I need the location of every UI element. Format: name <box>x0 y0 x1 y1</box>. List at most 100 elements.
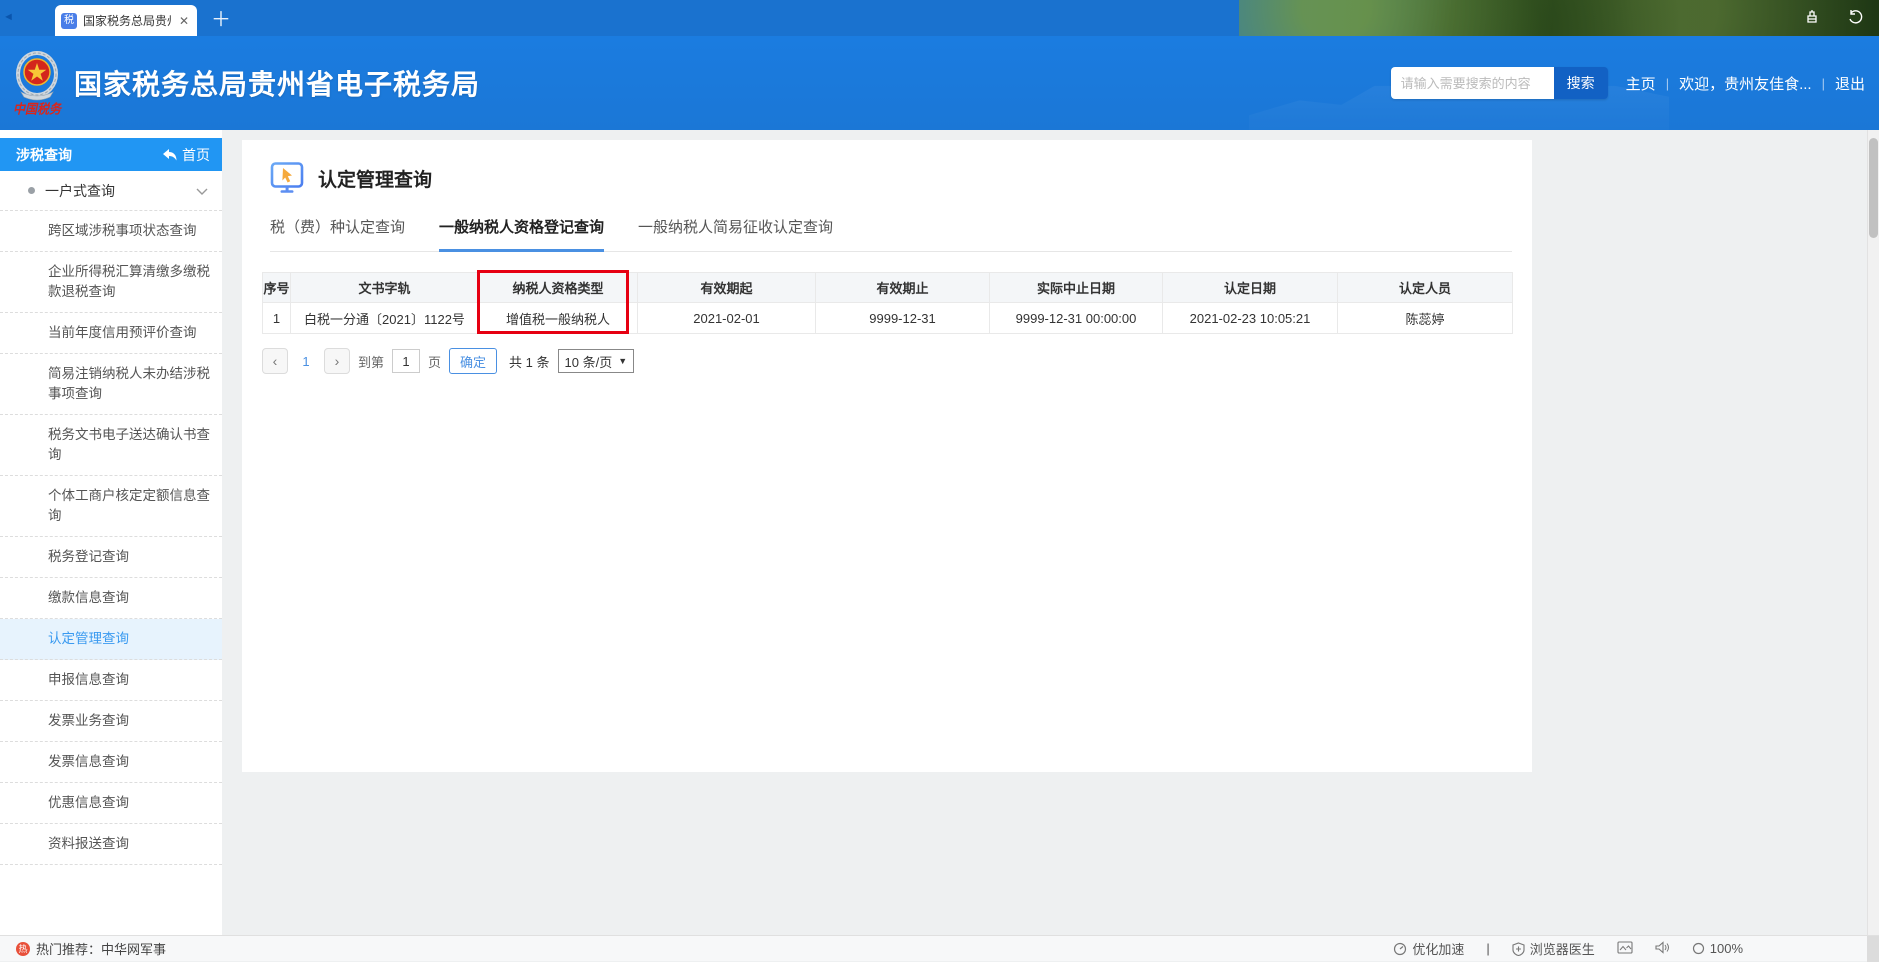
hot-recommend-icon: 热 <box>16 942 30 956</box>
zoom-circle-icon <box>1692 942 1705 955</box>
picture-mode-icon[interactable] <box>1617 941 1633 957</box>
page-title: 认定管理查询 <box>318 165 432 192</box>
search-input[interactable] <box>1391 67 1554 99</box>
link-separator: | <box>1666 76 1669 91</box>
table-cell: 白税一分通〔2021〕1122号 <box>291 303 479 334</box>
sidebar-item[interactable]: 简易注销纳税人未办结涉税事项查询 <box>0 354 222 415</box>
sidebar-home-label: 首页 <box>182 145 210 165</box>
total-count-label: 共 1 条 <box>509 352 549 371</box>
sidebar-item[interactable]: 跨区域涉税事项状态查询 <box>0 211 222 252</box>
site-title: 国家税务总局贵州省电子税务局 <box>74 63 480 103</box>
site-header: 中国税务 国家税务总局贵州省电子税务局 搜索 主页 | 欢迎，贵州友佳食... … <box>0 36 1879 130</box>
browser-theme-background <box>1239 0 1879 36</box>
tab-close-icon[interactable]: ✕ <box>177 14 191 28</box>
sidebar-menu: 跨区域涉税事项状态查询企业所得税汇算清缴多缴税款退税查询当前年度信用预评价查询简… <box>0 211 222 865</box>
goto-prefix-label: 到第 <box>358 352 384 371</box>
logout-link[interactable]: 退出 <box>1835 73 1865 94</box>
bullet-icon <box>28 187 35 194</box>
shield-plus-icon <box>1512 942 1525 956</box>
sidebar-item[interactable]: 优惠信息查询 <box>0 783 222 824</box>
sidebar-item[interactable]: 企业所得税汇算清缴多缴税款退税查询 <box>0 252 222 313</box>
table-cell: 9999-12-31 00:00:00 <box>990 303 1163 334</box>
table-cell: 2021-02-01 <box>638 303 816 334</box>
table-header-cell: 认定日期 <box>1163 273 1338 303</box>
sidebar-item[interactable]: 当前年度信用预评价查询 <box>0 313 222 354</box>
browser-doctor-button[interactable]: 浏览器医生 <box>1512 939 1595 958</box>
sidebar-item[interactable]: 发票信息查询 <box>0 742 222 783</box>
table-header-cell: 纳税人资格类型 <box>479 273 638 303</box>
sidebar-title: 涉税查询 <box>16 145 72 165</box>
table-header-cell: 实际中止日期 <box>990 273 1163 303</box>
scrollbar-corner <box>1867 936 1879 962</box>
table-header-cell: 有效期止 <box>816 273 990 303</box>
table-cell: 9999-12-31 <box>816 303 990 334</box>
table-header-cell: 序号 <box>263 273 291 303</box>
link-separator: | <box>1822 76 1825 91</box>
prev-page-button[interactable]: ‹ <box>262 348 288 374</box>
tax-bureau-logo: 中国税务 <box>8 50 66 117</box>
chevron-down-icon <box>196 183 208 199</box>
table-header-cell: 有效期起 <box>638 273 816 303</box>
table-cell: 1 <box>263 303 291 334</box>
zoom-level-button[interactable]: 100% <box>1692 941 1743 956</box>
browser-tab-bar: ◄ 税 国家税务总局贵州省电子税务局 ✕ ＋ <box>0 0 1879 36</box>
hot-recommend-link[interactable]: 热门推荐：中华网军事 <box>36 939 166 958</box>
page-size-select[interactable]: 10 条/页 ▼ <box>558 349 635 373</box>
tax-favicon-icon: 税 <box>61 13 77 29</box>
pagination: ‹ 1 › 到第 页 确定 共 1 条 10 条/页 ▼ <box>262 348 1512 374</box>
table-row: 1白税一分通〔2021〕1122号增值税一般纳税人2021-02-019999-… <box>263 303 1513 334</box>
sidebar-item[interactable]: 缴款信息查询 <box>0 578 222 619</box>
sidebar-home-button[interactable]: 首页 <box>163 145 210 165</box>
browser-tab-title: 国家税务总局贵州省电子税务局 <box>83 12 171 29</box>
browser-edge-arrow-icon[interactable]: ◄ <box>3 11 14 23</box>
table-header-cell: 认定人员 <box>1338 273 1513 303</box>
current-page-number[interactable]: 1 <box>296 354 316 369</box>
sidebar-item[interactable]: 资料报送查询 <box>0 824 222 865</box>
confirm-button[interactable]: 确定 <box>449 348 497 374</box>
goto-suffix-label: 页 <box>428 352 441 371</box>
table-cell: 陈蕊婷 <box>1338 303 1513 334</box>
sidebar-item[interactable]: 发票业务查询 <box>0 701 222 742</box>
logo-caption: 中国税务 <box>13 99 61 118</box>
sidebar-item[interactable]: 认定管理查询 <box>0 619 222 660</box>
sidebar-item[interactable]: 税务文书电子送达确认书查询 <box>0 415 222 476</box>
search-button[interactable]: 搜索 <box>1554 67 1608 99</box>
goto-page-input[interactable] <box>392 349 420 373</box>
national-emblem-icon <box>11 50 63 102</box>
home-link[interactable]: 主页 <box>1626 73 1656 94</box>
undo-restore-icon[interactable] <box>1847 8 1865 26</box>
clean-brush-icon[interactable] <box>1803 8 1821 26</box>
speedup-button[interactable]: 优化加速 <box>1393 939 1464 958</box>
table-cell: 2021-02-23 10:05:21 <box>1163 303 1338 334</box>
welcome-user-text: 欢迎，贵州友佳食... <box>1679 73 1812 94</box>
sidebar-item[interactable]: 个体工商户核定定额信息查询 <box>0 476 222 537</box>
sidebar-item[interactable]: 税务登记查询 <box>0 537 222 578</box>
sidebar-header: 涉税查询 首页 <box>0 138 222 171</box>
vertical-scrollbar[interactable] <box>1867 130 1879 935</box>
table-header-cell: 文书字轨 <box>291 273 479 303</box>
new-tab-button[interactable]: ＋ <box>211 3 231 32</box>
table-header-row: 序号文书字轨纳税人资格类型有效期起有效期止实际中止日期认定日期认定人员 <box>263 273 1513 303</box>
page-size-value: 10 条/页 <box>565 352 613 371</box>
next-page-button[interactable]: › <box>324 348 350 374</box>
scrollbar-thumb[interactable] <box>1869 138 1878 238</box>
table-cell: 增值税一般纳税人 <box>479 303 638 334</box>
result-table: 序号文书字轨纳税人资格类型有效期起有效期止实际中止日期认定日期认定人员 1白税一… <box>262 272 1513 334</box>
tab-strip: 税（费）种认定查询一般纳税人资格登记查询一般纳税人简易征收认定查询 <box>270 216 1512 252</box>
back-arrow-icon <box>163 149 177 161</box>
tab[interactable]: 一般纳税人简易征收认定查询 <box>638 216 833 251</box>
browser-tab[interactable]: 税 国家税务总局贵州省电子税务局 ✕ <box>55 5 197 36</box>
sidebar-group-yihu[interactable]: 一户式查询 <box>0 171 222 211</box>
main-area: 认定管理查询 税（费）种认定查询一般纳税人资格登记查询一般纳税人简易征收认定查询… <box>222 130 1879 935</box>
tab[interactable]: 税（费）种认定查询 <box>270 216 405 251</box>
tab[interactable]: 一般纳税人资格登记查询 <box>439 216 604 252</box>
sidebar: 涉税查询 首页 一户式查询 跨区域涉税事项状态查询企业所得税汇算清缴多缴税款退税… <box>0 130 222 935</box>
monitor-cursor-icon <box>270 162 306 194</box>
status-divider: | <box>1486 941 1489 956</box>
browser-status-bar: 热 热门推荐：中华网军事 优化加速 | 浏览器医生 100% <box>0 935 1879 961</box>
speedup-icon <box>1393 942 1407 956</box>
speaker-icon[interactable] <box>1655 941 1670 957</box>
sidebar-item[interactable]: 申报信息查询 <box>0 660 222 701</box>
header-search: 搜索 <box>1391 67 1608 99</box>
result-table-wrap: 序号文书字轨纳税人资格类型有效期起有效期止实际中止日期认定日期认定人员 1白税一… <box>262 272 1512 374</box>
